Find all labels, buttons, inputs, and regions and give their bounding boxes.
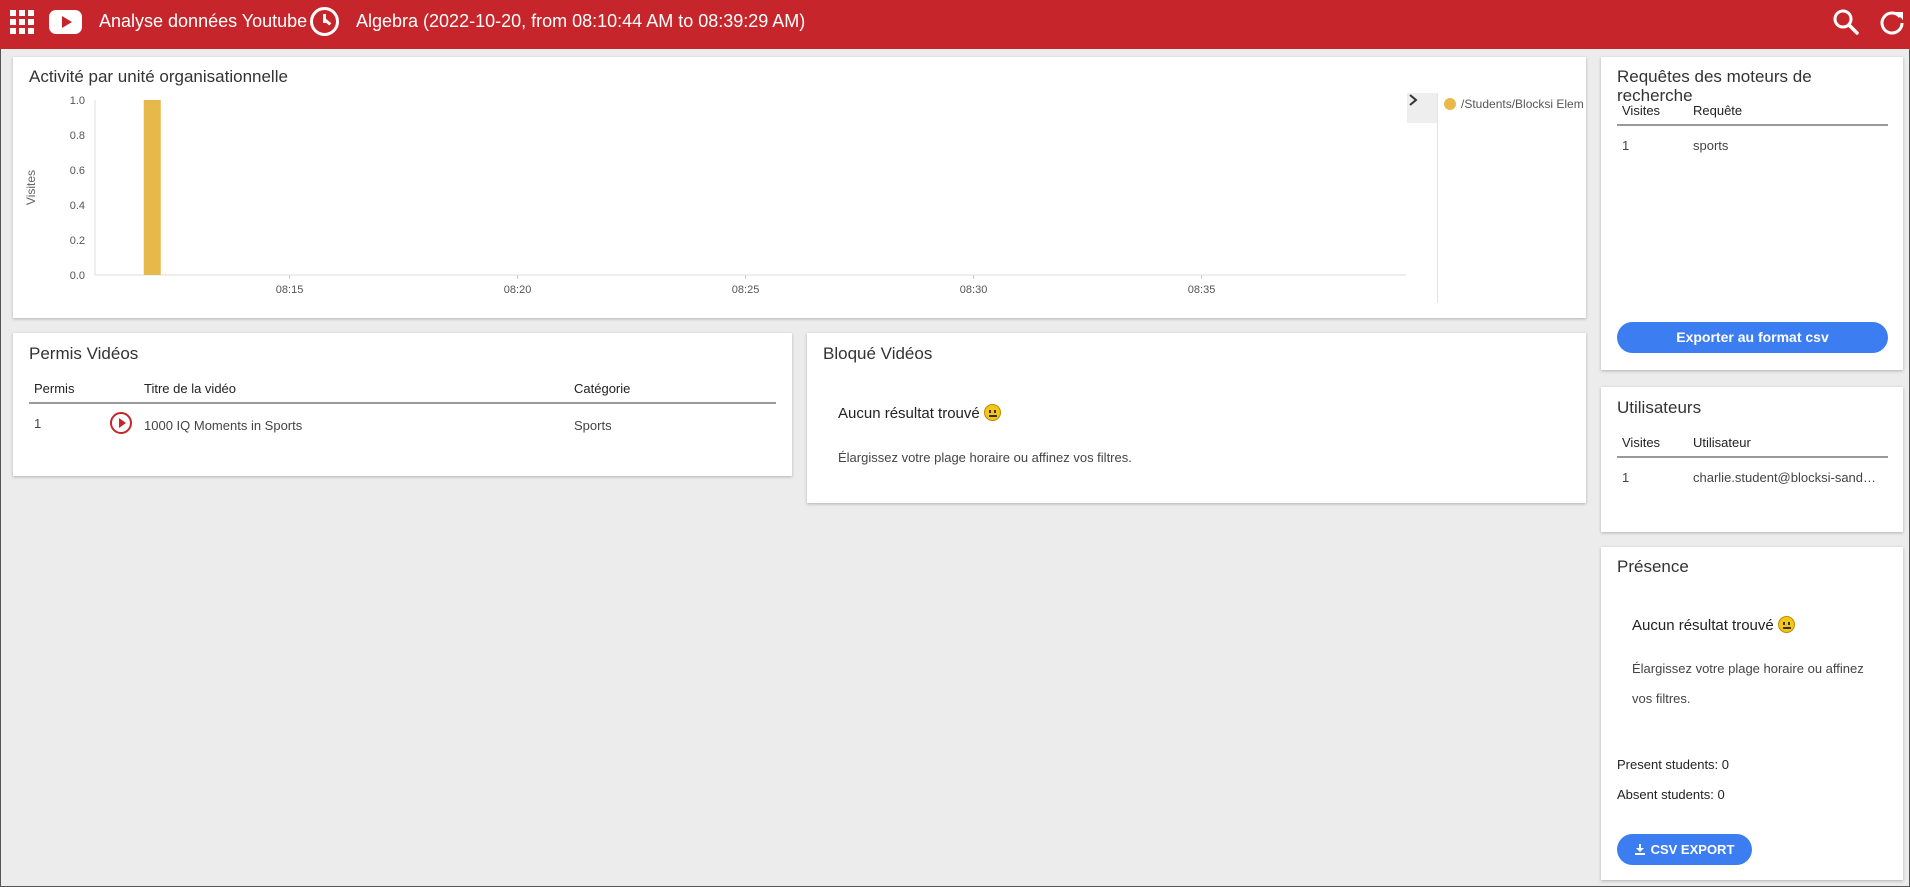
- y-tick-label: 1.0: [70, 95, 85, 107]
- search-queries-card: Requêtes des moteurs de recherche Visite…: [1601, 57, 1903, 370]
- column-header-user[interactable]: Utilisateur: [1688, 429, 1888, 458]
- column-header-allowed[interactable]: Permis: [29, 375, 139, 404]
- users-table: Visites Utilisateur 1 charlie.student@bl…: [1617, 429, 1888, 497]
- empty-state-message: Élargissez votre plage horaire ou affine…: [1632, 661, 1864, 706]
- empty-state-title: Aucun résultat trouvé: [1632, 616, 1795, 634]
- blocked-videos-card: Bloqué Vidéos Aucun résultat trouvé Élar…: [807, 333, 1586, 503]
- download-icon: [1634, 844, 1645, 855]
- empty-state-title: Aucun résultat trouvé: [838, 404, 1001, 422]
- legend-item[interactable]: /Students/Blocksi Elem: [1441, 97, 1586, 117]
- y-axis-label: Visites: [24, 170, 38, 205]
- present-students-count: Present students: 0: [1617, 757, 1730, 772]
- search-queries-table: Visites Requête 1 sports: [1617, 97, 1888, 165]
- users-title: Utilisateurs: [1617, 398, 1702, 417]
- x-tick-label: 08:25: [732, 284, 760, 296]
- legend-label: /Students/Blocksi Elem: [1461, 97, 1584, 111]
- legend-divider: [1437, 93, 1438, 303]
- activity-chart: 0.0 0.2 0.4 0.6 0.8 1.0 08:15 08:20 08:25 08:30 08…: [24, 95, 1406, 296]
- blocked-videos-title: Bloqué Vidéos: [823, 344, 933, 363]
- allowed-videos-title: Permis Vidéos: [29, 344, 139, 363]
- bar: [143, 100, 161, 275]
- x-tick-label: 08:30: [960, 284, 988, 296]
- apps-grid-icon[interactable]: [10, 10, 34, 34]
- allowed-videos-card: Permis Vidéos Permis Titre de la vidéo C…: [13, 333, 792, 476]
- empty-state-message: Élargissez votre plage horaire ou affine…: [838, 450, 1132, 465]
- app-title: Analyse données Youtube: [99, 11, 308, 31]
- column-header-video-title[interactable]: Titre de la vidéo: [139, 375, 569, 404]
- export-csv-button[interactable]: Exporter au format csv: [1617, 322, 1888, 353]
- query-text: sports: [1693, 138, 1729, 153]
- users-card: Utilisateurs Visites Utilisateur 1 charl…: [1601, 387, 1903, 532]
- column-header-query[interactable]: Requête: [1688, 97, 1888, 126]
- presence-card: Présence Aucun résultat trouvé Élargisse…: [1601, 547, 1903, 880]
- neutral-face-icon: [983, 404, 1001, 421]
- legend-dot-icon: [1444, 98, 1456, 110]
- csv-export-button[interactable]: CSV EXPORT: [1617, 834, 1752, 865]
- play-icon[interactable]: [110, 412, 132, 434]
- search-icon[interactable]: [1832, 8, 1860, 36]
- y-tick-label: 0.0: [70, 270, 85, 282]
- column-header-visits[interactable]: Visites: [1617, 97, 1688, 126]
- chevron-right-icon: [1409, 94, 1418, 106]
- user-email[interactable]: charlie.student@blocksi-sandbox.com: [1688, 457, 1888, 497]
- session-info[interactable]: Algebra (2022-10-20, from 08:10:44 AM to…: [356, 11, 805, 32]
- youtube-icon: [49, 10, 82, 34]
- table-row: 1 1000 IQ Moments in Sports Sports: [29, 403, 776, 446]
- y-tick-label: 0.2: [70, 235, 85, 247]
- allowed-videos-table: Permis Titre de la vidéo Catégorie 1 100…: [29, 375, 776, 446]
- y-tick-label: 0.4: [70, 200, 85, 212]
- video-title: 1000 IQ Moments in Sports: [144, 417, 303, 433]
- presence-title: Présence: [1617, 557, 1689, 576]
- x-tick-label: 08:20: [504, 284, 532, 296]
- y-tick-label: 0.6: [70, 165, 85, 177]
- y-tick-label: 0.8: [70, 130, 85, 142]
- x-tick-label: 08:35: [1188, 284, 1216, 296]
- visit-count: 1: [1622, 138, 1630, 153]
- absent-students-count: Absent students: 0: [1617, 787, 1725, 802]
- visit-count: 1: [34, 416, 42, 431]
- refresh-icon[interactable]: [1878, 8, 1906, 36]
- x-tick-label: 08:15: [276, 284, 304, 296]
- column-header-category[interactable]: Catégorie: [569, 375, 776, 404]
- clock-icon[interactable]: [310, 7, 339, 36]
- column-header-visits[interactable]: Visites: [1617, 429, 1688, 458]
- table-row: 1 charlie.student@blocksi-sandbox.com: [1617, 457, 1888, 497]
- video-category: Sports: [574, 417, 612, 433]
- table-row: 1 sports: [1617, 125, 1888, 165]
- legend-toggle-button[interactable]: [1407, 93, 1437, 123]
- top-bar: Analyse données Youtube Algebra (2022-10…: [0, 0, 1910, 49]
- visit-count: 1: [1622, 470, 1630, 485]
- activity-card: Activité par unité organisationnelle 0.0…: [13, 57, 1586, 318]
- neutral-face-icon: [1777, 616, 1795, 633]
